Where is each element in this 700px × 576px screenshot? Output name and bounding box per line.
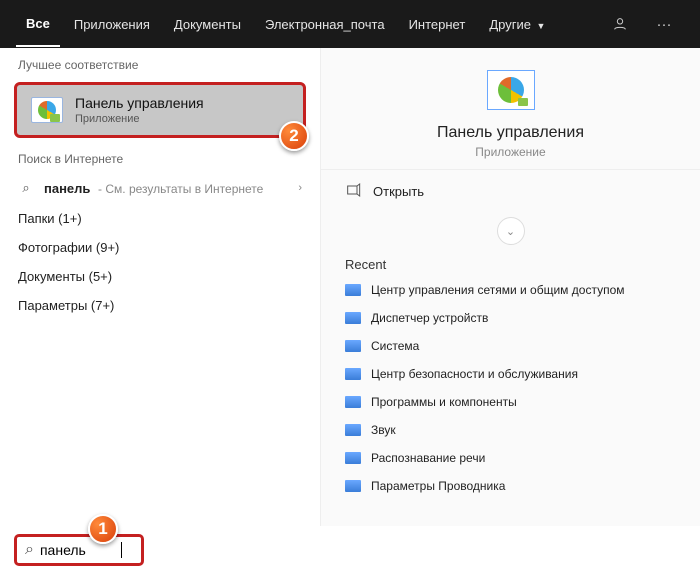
- best-match-subtitle: Приложение: [75, 113, 204, 125]
- expand-chevron-icon[interactable]: ⌄: [497, 217, 525, 245]
- recent-item-label: Распознавание речи: [371, 451, 485, 465]
- control-panel-item-icon: [345, 396, 361, 408]
- tab-apps[interactable]: Приложения: [64, 3, 160, 46]
- control-panel-item-icon: [345, 340, 361, 352]
- filter-tabs: Все Приложения Документы Электронная_поч…: [0, 0, 700, 48]
- recent-item-label: Центр безопасности и обслуживания: [371, 367, 578, 381]
- best-match-result[interactable]: Панель управления Приложение 2: [14, 82, 306, 138]
- best-match-header: Лучшее соответствие: [0, 48, 320, 78]
- chevron-down-icon: ▼: [534, 21, 545, 31]
- control-panel-item-icon: [345, 480, 361, 492]
- tab-email[interactable]: Электронная_почта: [255, 3, 395, 46]
- control-panel-icon: [31, 97, 63, 123]
- recent-item[interactable]: Центр управления сетями и общим доступом: [333, 276, 688, 304]
- recent-item-label: Система: [371, 339, 419, 353]
- tab-all[interactable]: Все: [16, 2, 60, 47]
- control-panel-item-icon: [345, 452, 361, 464]
- recent-item-label: Диспетчер устройств: [371, 311, 488, 325]
- feedback-icon[interactable]: [600, 0, 640, 48]
- web-search-item[interactable]: ⌕ панель - См. результаты в Интернете ›: [0, 172, 320, 204]
- recent-list: Центр управления сетями и общим доступом…: [321, 276, 700, 500]
- web-search-header: Поиск в Интернете: [0, 142, 320, 172]
- control-panel-item-icon: [345, 312, 361, 324]
- category-settings[interactable]: Параметры (7+): [0, 291, 320, 320]
- recent-item-label: Центр управления сетями и общим доступом: [371, 283, 625, 297]
- recent-item[interactable]: Программы и компоненты: [333, 388, 688, 416]
- recent-item-label: Параметры Проводника: [371, 479, 505, 493]
- more-options-icon[interactable]: ···: [644, 0, 684, 48]
- recent-item[interactable]: Система: [333, 332, 688, 360]
- search-input[interactable]: [40, 542, 120, 558]
- category-photos[interactable]: Фотографии (9+): [0, 233, 320, 262]
- preview-title: Панель управления: [437, 124, 584, 142]
- control-panel-item-icon: [345, 424, 361, 436]
- best-match-title: Панель управления: [75, 95, 204, 111]
- search-icon: ⌕: [18, 180, 34, 196]
- preview-subtitle: Приложение: [475, 145, 545, 159]
- preview-pane: Панель управления Приложение Открыть ⌄ R…: [320, 48, 700, 526]
- search-box[interactable]: ⌕: [14, 534, 144, 566]
- open-action[interactable]: Открыть: [321, 169, 700, 213]
- preview-app-icon: [487, 70, 535, 110]
- tab-internet[interactable]: Интернет: [399, 3, 476, 46]
- recent-item[interactable]: Распознавание речи: [333, 444, 688, 472]
- recent-item[interactable]: Центр безопасности и обслуживания: [333, 360, 688, 388]
- control-panel-item-icon: [345, 368, 361, 380]
- results-pane: Лучшее соответствие Панель управления Пр…: [0, 48, 320, 526]
- annotation-step-2: 2: [279, 121, 309, 151]
- recent-item[interactable]: Параметры Проводника: [333, 472, 688, 500]
- recent-item-label: Звук: [371, 423, 396, 437]
- control-panel-item-icon: [345, 284, 361, 296]
- category-folders[interactable]: Папки (1+): [0, 204, 320, 233]
- annotation-step-1: 1: [88, 514, 118, 544]
- tab-documents[interactable]: Документы: [164, 3, 251, 46]
- recent-item[interactable]: Звук: [333, 416, 688, 444]
- tab-more[interactable]: Другие ▼: [479, 3, 555, 46]
- chevron-right-icon: ›: [298, 182, 302, 194]
- recent-item[interactable]: Диспетчер устройств: [333, 304, 688, 332]
- recent-item-label: Программы и компоненты: [371, 395, 517, 409]
- category-documents[interactable]: Документы (5+): [0, 262, 320, 291]
- recent-header: Recent: [321, 249, 700, 276]
- search-icon: ⌕: [25, 541, 34, 559]
- open-icon: [345, 182, 361, 201]
